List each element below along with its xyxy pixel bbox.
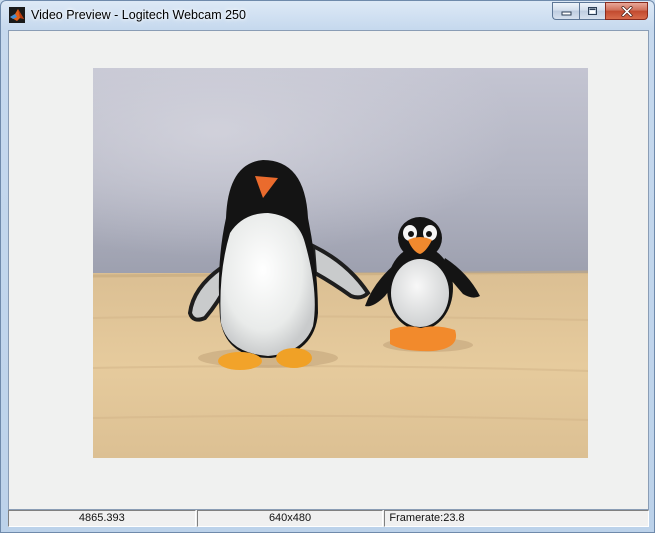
matlab-icon bbox=[9, 7, 25, 23]
maximize-button[interactable] bbox=[579, 2, 605, 20]
minimize-icon bbox=[561, 11, 571, 15]
webcam-preview-image bbox=[93, 68, 588, 458]
status-bar: 4865.393 640x480 Framerate:23.8 bbox=[8, 510, 649, 527]
close-button[interactable] bbox=[605, 2, 648, 20]
minimize-button[interactable] bbox=[552, 2, 579, 20]
video-preview-window: Video Preview - Logitech Webcam 250 4865… bbox=[0, 0, 655, 533]
maximize-icon bbox=[588, 7, 597, 15]
status-framerate: Framerate:23.8 bbox=[384, 510, 649, 527]
window-title: Video Preview - Logitech Webcam 250 bbox=[31, 8, 246, 22]
preview-client-area bbox=[8, 30, 649, 510]
status-resolution: 640x480 bbox=[196, 510, 384, 527]
status-timestamp: 4865.393 bbox=[8, 510, 196, 527]
window-controls bbox=[552, 2, 648, 21]
title-bar[interactable]: Video Preview - Logitech Webcam 250 bbox=[1, 1, 654, 29]
close-icon bbox=[621, 5, 632, 17]
